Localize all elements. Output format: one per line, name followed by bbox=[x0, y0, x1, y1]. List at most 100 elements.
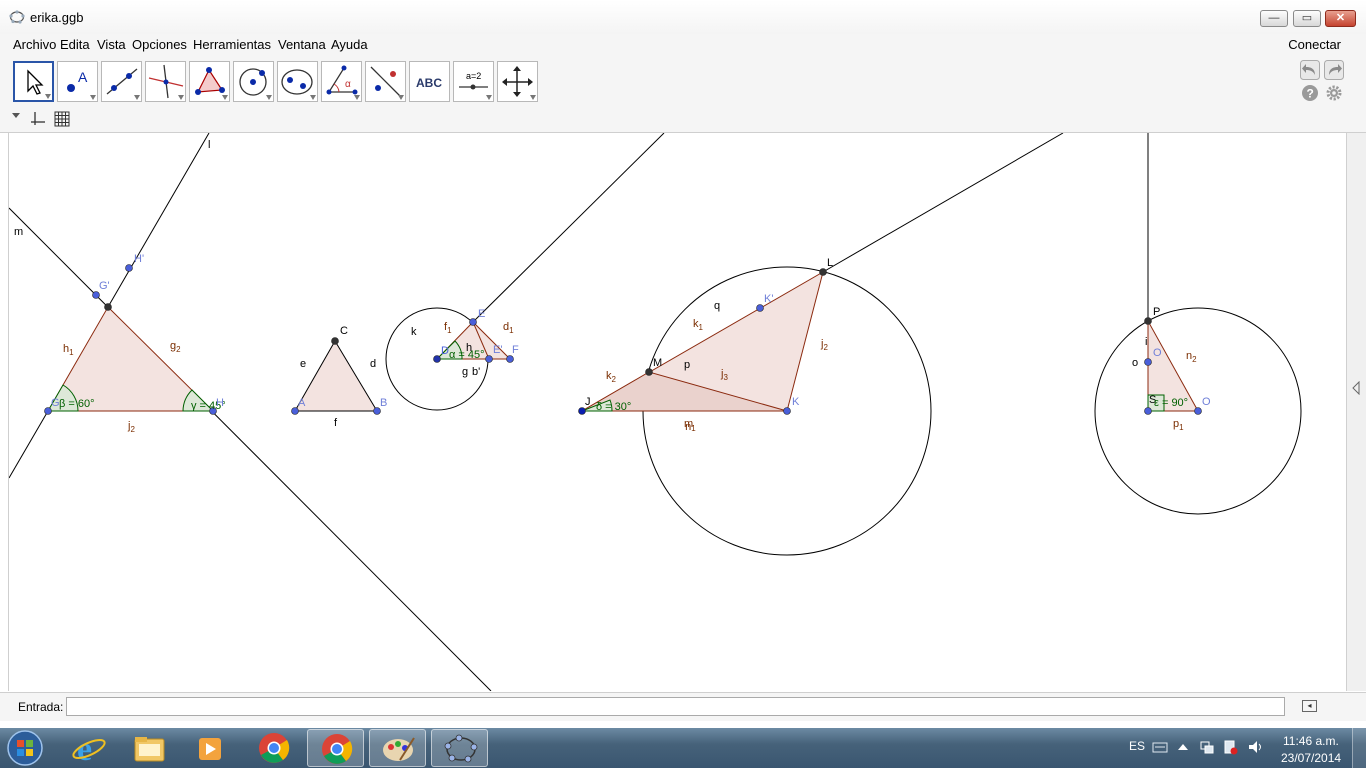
menu-ayuda[interactable]: Ayuda bbox=[331, 37, 368, 52]
language-indicator[interactable]: ES bbox=[1129, 739, 1145, 753]
point-M[interactable] bbox=[645, 368, 653, 376]
label-H1: H' bbox=[134, 253, 144, 265]
stylebar-toggle-icon[interactable] bbox=[11, 112, 21, 120]
help-icon[interactable]: ? bbox=[1301, 84, 1319, 102]
label-p1: p1 bbox=[1173, 418, 1184, 432]
input-help-button[interactable]: ◂ bbox=[1302, 700, 1317, 712]
dropdown-triangle-icon bbox=[398, 95, 404, 100]
point-E2[interactable] bbox=[485, 355, 493, 363]
label-k: k bbox=[411, 326, 417, 338]
network-icon[interactable] bbox=[1199, 739, 1215, 755]
perpendicular-tool-button[interactable] bbox=[145, 61, 186, 102]
point-P[interactable] bbox=[1144, 317, 1152, 325]
label-j2: j2 bbox=[127, 420, 135, 434]
menu-bar: Archivo Edita Vista Opciones Herramienta… bbox=[0, 34, 1366, 56]
label-delta: δ = 30° bbox=[596, 401, 631, 413]
minimize-button[interactable]: — bbox=[1260, 10, 1288, 27]
clock-time[interactable]: 11:46 a.m. bbox=[1283, 734, 1339, 748]
line-tool-button[interactable] bbox=[101, 61, 142, 102]
conic-tool-button[interactable] bbox=[277, 61, 318, 102]
point-K1[interactable] bbox=[756, 304, 764, 312]
label-O1: O bbox=[1153, 347, 1162, 359]
reflect-tool-button[interactable] bbox=[365, 61, 406, 102]
dropdown-triangle-icon bbox=[486, 95, 492, 100]
slider-tool-button[interactable]: a=2 bbox=[453, 61, 494, 102]
connect-button[interactable]: Conectar bbox=[1288, 37, 1341, 52]
labels: l m G' H' h1 g2 β = 60° γ = 45° G H j2 C… bbox=[14, 139, 1211, 434]
label-e: e bbox=[300, 358, 306, 370]
internet-explorer-icon[interactable]: e bbox=[61, 729, 118, 768]
redo-icon[interactable] bbox=[1324, 60, 1344, 80]
polygon-tool-button[interactable] bbox=[189, 61, 230, 102]
expand-panel-icon[interactable] bbox=[1351, 381, 1361, 395]
label-A: A bbox=[298, 397, 306, 409]
line-l[interactable] bbox=[107, 133, 210, 308]
geometry-canvas[interactable]: l m G' H' h1 g2 β = 60° γ = 45° G H j2 C… bbox=[9, 133, 1347, 691]
show-hidden-icons-icon[interactable] bbox=[1177, 742, 1189, 752]
input-field[interactable] bbox=[66, 697, 1285, 716]
label-b1: b' bbox=[472, 366, 480, 378]
point-S[interactable] bbox=[1144, 407, 1152, 415]
move-tool-button[interactable] bbox=[13, 61, 54, 102]
toolbar: A α ABC a=2 ? bbox=[0, 56, 1366, 109]
paint-icon[interactable] bbox=[369, 729, 426, 767]
menu-herramientas[interactable]: Herramientas bbox=[193, 37, 271, 52]
label-P: P bbox=[1153, 306, 1160, 318]
point-F[interactable] bbox=[506, 355, 514, 363]
keyboard-icon[interactable] bbox=[1152, 741, 1168, 753]
svg-text:e: e bbox=[77, 731, 92, 767]
media-player-icon[interactable] bbox=[181, 729, 238, 767]
show-desktop-button[interactable] bbox=[1352, 728, 1366, 768]
chrome-icon[interactable] bbox=[245, 729, 302, 767]
point-K[interactable] bbox=[783, 407, 791, 415]
action-center-icon[interactable] bbox=[1222, 739, 1238, 755]
point-G1[interactable] bbox=[92, 291, 100, 299]
geogebra-icon[interactable] bbox=[431, 729, 488, 767]
close-button[interactable]: ✕ bbox=[1325, 10, 1356, 27]
point-L[interactable] bbox=[819, 268, 827, 276]
angle-tool-button[interactable]: α bbox=[321, 61, 362, 102]
label-K1: K' bbox=[764, 293, 773, 305]
menu-edita[interactable]: Edita bbox=[60, 37, 90, 52]
file-explorer-icon[interactable] bbox=[121, 729, 178, 767]
label-G1: G' bbox=[99, 280, 110, 292]
volume-icon[interactable] bbox=[1247, 739, 1265, 755]
geogebra-app-icon bbox=[9, 10, 25, 24]
triangle-ABC-polygon[interactable] bbox=[294, 340, 378, 412]
dropdown-triangle-icon bbox=[530, 95, 536, 100]
menu-opciones[interactable]: Opciones bbox=[132, 37, 187, 52]
point-J[interactable] bbox=[578, 407, 586, 415]
chrome-icon-2[interactable] bbox=[307, 729, 364, 767]
point-E[interactable] bbox=[469, 318, 477, 326]
label-g: g bbox=[462, 366, 468, 378]
line-through-E[interactable] bbox=[472, 133, 665, 323]
point-tool-button[interactable]: A bbox=[57, 61, 98, 102]
settings-icon[interactable] bbox=[1325, 84, 1343, 102]
label-q: q bbox=[714, 300, 720, 312]
grid-icon[interactable] bbox=[53, 110, 71, 128]
text-tool-button[interactable]: ABC bbox=[409, 61, 450, 102]
point-top[interactable] bbox=[104, 303, 112, 311]
label-m: m bbox=[14, 226, 23, 238]
dropdown-triangle-icon bbox=[354, 95, 360, 100]
circle-tool-button[interactable] bbox=[233, 61, 274, 102]
graphics-view[interactable]: l m G' H' h1 g2 β = 60° γ = 45° G H j2 C… bbox=[8, 133, 1347, 691]
point-D[interactable] bbox=[433, 355, 441, 363]
menu-ventana[interactable]: Ventana bbox=[278, 37, 326, 52]
menu-vista[interactable]: Vista bbox=[97, 37, 126, 52]
label-C: C bbox=[340, 325, 348, 337]
undo-icon[interactable] bbox=[1300, 60, 1320, 80]
line-lower-left[interactable] bbox=[9, 410, 49, 479]
line-m[interactable] bbox=[9, 207, 492, 691]
point-O1[interactable] bbox=[1144, 358, 1152, 366]
point-H1[interactable] bbox=[125, 264, 133, 272]
maximize-button[interactable]: ▭ bbox=[1293, 10, 1321, 27]
line-through-L[interactable] bbox=[822, 133, 1064, 273]
axes-icon[interactable] bbox=[29, 110, 47, 128]
point-C[interactable] bbox=[331, 337, 339, 345]
start-button[interactable] bbox=[5, 729, 45, 767]
move-view-tool-button[interactable] bbox=[497, 61, 538, 102]
clock-date[interactable]: 23/07/2014 bbox=[1281, 751, 1341, 765]
menu-archivo[interactable]: Archivo bbox=[13, 37, 56, 52]
point-O[interactable] bbox=[1194, 407, 1202, 415]
